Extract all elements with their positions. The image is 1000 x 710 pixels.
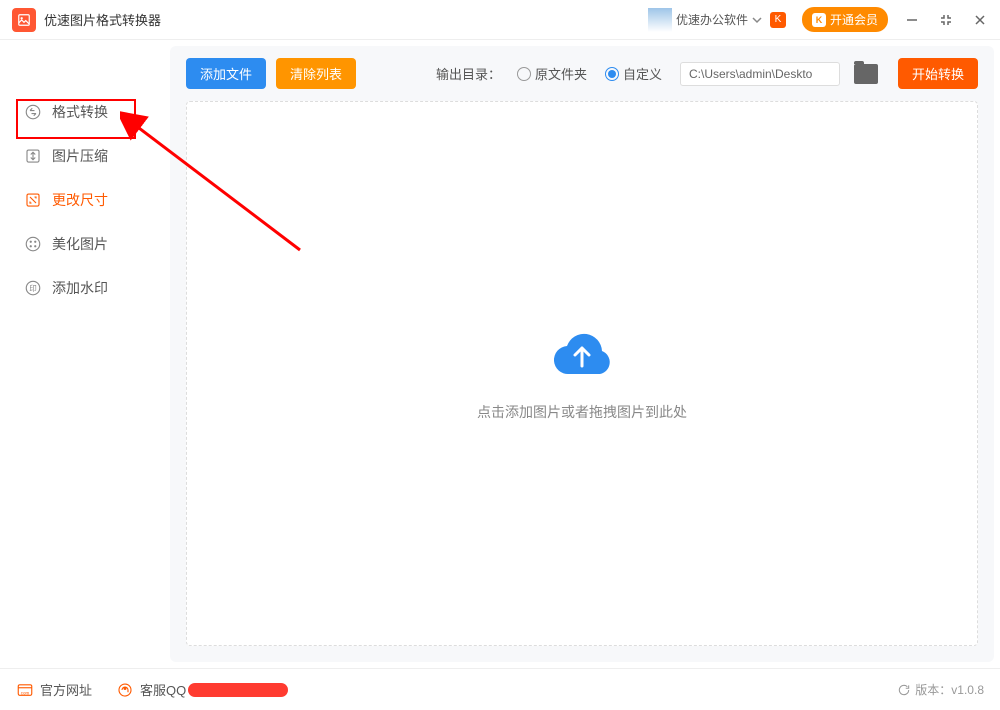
radio-label: 自定义 [623,64,662,83]
svg-text:com: com [21,690,30,695]
sidebar-item-label: 格式转换 [52,102,108,122]
support-qq-link[interactable]: 客服QQ [116,680,288,699]
official-site-label: 官方网址 [40,680,92,699]
beautify-icon [24,235,42,253]
radio-label: 原文件夹 [535,64,587,83]
app-logo-icon [12,8,36,32]
sidebar-item-label: 更改尺寸 [52,190,108,210]
sidebar-item-beautify[interactable]: 美化图片 [0,222,170,266]
radio-icon [605,67,619,81]
resize-icon [24,191,42,209]
sidebar-item-resize[interactable]: 更改尺寸 [0,178,170,222]
compress-icon [24,147,42,165]
browse-folder-button[interactable] [854,64,878,84]
sidebar-item-label: 图片压缩 [52,146,108,166]
main-panel: 添加文件 清除列表 输出目录： 原文件夹 自定义 开始转换 点击添加图片或者拖拽… [170,46,994,662]
output-label: 输出目录： [436,64,501,83]
sidebar: 格式转换 图片压缩 更改尺寸 美化图片 印 添加水印 [0,40,170,668]
close-button[interactable] [972,12,988,28]
drop-hint: 点击添加图片或者拖拽图片到此处 [477,402,687,422]
sidebar-item-label: 添加水印 [52,278,108,298]
vip-button-icon: K [812,13,826,27]
sidebar-item-label: 美化图片 [52,234,108,254]
version-value: v1.0.8 [951,683,984,697]
support-label: 客服QQ [140,680,186,699]
add-file-button[interactable]: 添加文件 [186,58,266,89]
official-site-link[interactable]: com 官方网址 [16,680,92,699]
titlebar: 优速图片格式转换器 优速办公软件 K K 开通会员 [0,0,1000,40]
user-label[interactable]: 优速办公软件 [676,11,748,28]
clear-list-button[interactable]: 清除列表 [276,58,356,89]
statusbar: com 官方网址 客服QQ 版本： v1.0.8 [0,668,1000,710]
refresh-icon [897,683,911,697]
convert-icon [24,103,42,121]
redacted-qq [188,683,288,697]
cloud-upload-icon [547,326,617,386]
drop-area[interactable]: 点击添加图片或者拖拽图片到此处 [186,101,978,646]
vip-button-label: 开通会员 [830,11,878,28]
sidebar-item-watermark[interactable]: 印 添加水印 [0,266,170,310]
watermark-icon: 印 [24,279,42,297]
toolbar: 添加文件 清除列表 输出目录： 原文件夹 自定义 开始转换 [170,46,994,101]
output-path-input[interactable] [680,62,840,86]
vip-button[interactable]: K 开通会员 [802,7,888,32]
sidebar-item-compress[interactable]: 图片压缩 [0,134,170,178]
user-avatar[interactable] [648,8,672,32]
radio-icon [517,67,531,81]
app-title: 优速图片格式转换器 [44,10,161,29]
version-label: 版本： [915,681,951,698]
vip-badge-icon: K [770,12,786,28]
svg-text:印: 印 [29,284,37,293]
start-convert-button[interactable]: 开始转换 [898,58,978,89]
website-icon: com [16,681,34,699]
support-icon [116,681,134,699]
minimize-button[interactable] [904,12,920,28]
maximize-button[interactable] [938,12,954,28]
version-info[interactable]: 版本： v1.0.8 [897,681,984,698]
sidebar-item-convert[interactable]: 格式转换 [0,90,170,134]
radio-original-folder[interactable]: 原文件夹 [517,64,587,83]
radio-custom-folder[interactable]: 自定义 [605,64,662,83]
chevron-down-icon[interactable] [752,15,762,25]
